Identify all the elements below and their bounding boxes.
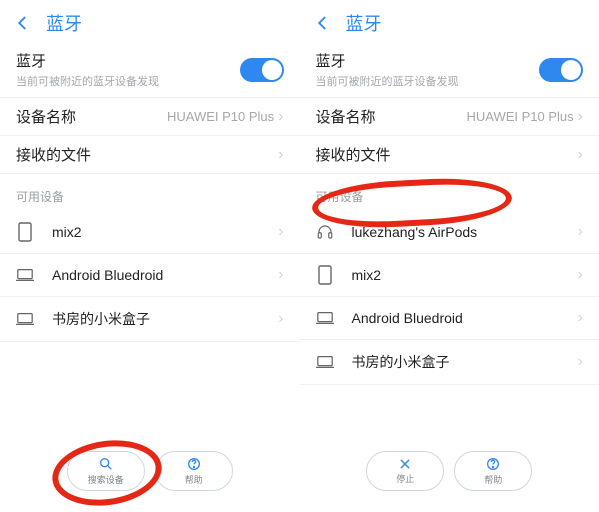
chevron-right-icon: ›: [278, 223, 283, 241]
device-name: Android Bluedroid: [52, 267, 278, 283]
page-header: 蓝牙: [300, 0, 599, 42]
page-header: 蓝牙: [0, 0, 300, 42]
chevron-right-icon: ›: [278, 108, 283, 126]
device-row[interactable]: mix2 ›: [300, 254, 599, 297]
available-devices-header: 可用设备: [300, 174, 599, 211]
device-row[interactable]: mix2 ›: [0, 211, 300, 254]
received-files-label: 接收的文件: [16, 144, 91, 165]
phone-icon: [16, 223, 34, 241]
help-button-label: 帮助: [484, 473, 502, 486]
bluetooth-toggle-row: 蓝牙 当前可被附近的蓝牙设备发现: [0, 42, 300, 98]
device-name: mix2: [352, 267, 578, 283]
pane-before: 蓝牙 蓝牙 当前可被附近的蓝牙设备发现 设备名称 HUAWEI P10 Plus…: [0, 0, 300, 501]
device-name-row[interactable]: 设备名称 HUAWEI P10 Plus ›: [0, 98, 300, 136]
chevron-right-icon: ›: [278, 310, 283, 328]
received-files-row[interactable]: 接收的文件 ›: [0, 136, 300, 174]
back-arrow-icon[interactable]: [314, 14, 332, 32]
device-name: 书房的小米盒子: [52, 309, 278, 329]
bluetooth-sublabel: 当前可被附近的蓝牙设备发现: [16, 73, 159, 89]
help-button[interactable]: 帮助: [155, 451, 233, 491]
search-button-label: 搜索设备: [88, 473, 124, 486]
close-icon: [398, 457, 412, 471]
help-button[interactable]: 帮助: [454, 451, 532, 491]
back-arrow-icon[interactable]: [14, 14, 32, 32]
bluetooth-toggle[interactable]: [539, 58, 583, 82]
device-name: lukezhang's AirPods: [352, 224, 578, 240]
chevron-right-icon: ›: [578, 309, 583, 327]
bluetooth-sublabel: 当前可被附近的蓝牙设备发现: [316, 73, 459, 89]
footer-actions: 停止 帮助: [300, 451, 599, 491]
stop-button-label: 停止: [396, 472, 414, 485]
search-icon: [98, 456, 114, 472]
help-icon: [485, 456, 501, 472]
device-name-label: 设备名称: [316, 106, 376, 127]
bluetooth-label: 蓝牙: [316, 50, 459, 71]
laptop-icon: [16, 310, 34, 328]
bluetooth-toggle-row: 蓝牙 当前可被附近的蓝牙设备发现: [300, 42, 599, 98]
chevron-right-icon: ›: [578, 223, 583, 241]
stop-search-button[interactable]: 停止: [366, 451, 444, 491]
available-devices-header: 可用设备: [0, 174, 300, 211]
device-row[interactable]: Android Bluedroid ›: [0, 254, 300, 297]
pane-after: 蓝牙 蓝牙 当前可被附近的蓝牙设备发现 设备名称 HUAWEI P10 Plus…: [300, 0, 599, 501]
help-button-label: 帮助: [185, 473, 203, 486]
device-name: mix2: [52, 224, 278, 240]
received-files-row[interactable]: 接收的文件 ›: [300, 136, 599, 174]
chevron-right-icon: ›: [278, 146, 283, 164]
page-title: 蓝牙: [46, 10, 82, 36]
device-name: 书房的小米盒子: [352, 352, 578, 372]
laptop-icon: [316, 309, 334, 327]
chevron-right-icon: ›: [278, 266, 283, 284]
chevron-right-icon: ›: [578, 266, 583, 284]
chevron-right-icon: ›: [578, 353, 583, 371]
device-name: Android Bluedroid: [352, 310, 578, 326]
device-row-airpods[interactable]: lukezhang's AirPods ›: [300, 211, 599, 254]
laptop-icon: [316, 353, 334, 371]
received-files-label: 接收的文件: [316, 144, 391, 165]
chevron-right-icon: ›: [578, 146, 583, 164]
search-devices-button[interactable]: 搜索设备: [67, 451, 145, 491]
chevron-right-icon: ›: [578, 108, 583, 126]
footer-actions: 搜索设备 帮助: [0, 451, 300, 491]
device-row[interactable]: 书房的小米盒子 ›: [0, 297, 300, 342]
device-name-row[interactable]: 设备名称 HUAWEI P10 Plus ›: [300, 98, 599, 136]
device-row[interactable]: 书房的小米盒子 ›: [300, 340, 599, 385]
bluetooth-label: 蓝牙: [16, 50, 159, 71]
device-name-value: HUAWEI P10 Plus: [467, 109, 574, 124]
bluetooth-toggle[interactable]: [240, 58, 284, 82]
device-name-label: 设备名称: [16, 106, 76, 127]
device-name-value: HUAWEI P10 Plus: [167, 109, 274, 124]
phone-icon: [316, 266, 334, 284]
headphones-icon: [316, 223, 334, 241]
help-icon: [186, 456, 202, 472]
laptop-icon: [16, 266, 34, 284]
device-row[interactable]: Android Bluedroid ›: [300, 297, 599, 340]
page-title: 蓝牙: [346, 10, 382, 36]
